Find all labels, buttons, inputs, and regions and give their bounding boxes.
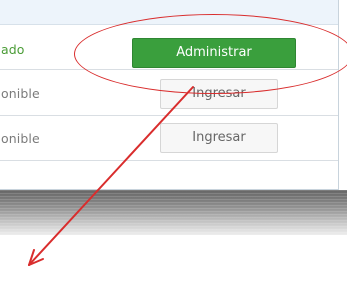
enter-button[interactable]: Ingresar (160, 123, 278, 153)
highlight-ellipse (74, 14, 347, 94)
status-text: ado (1, 42, 25, 57)
status-text: onible (1, 86, 40, 101)
table-row: onible Ingresar (0, 116, 338, 161)
status-text: onible (1, 131, 40, 146)
panel-shadow (0, 190, 347, 235)
